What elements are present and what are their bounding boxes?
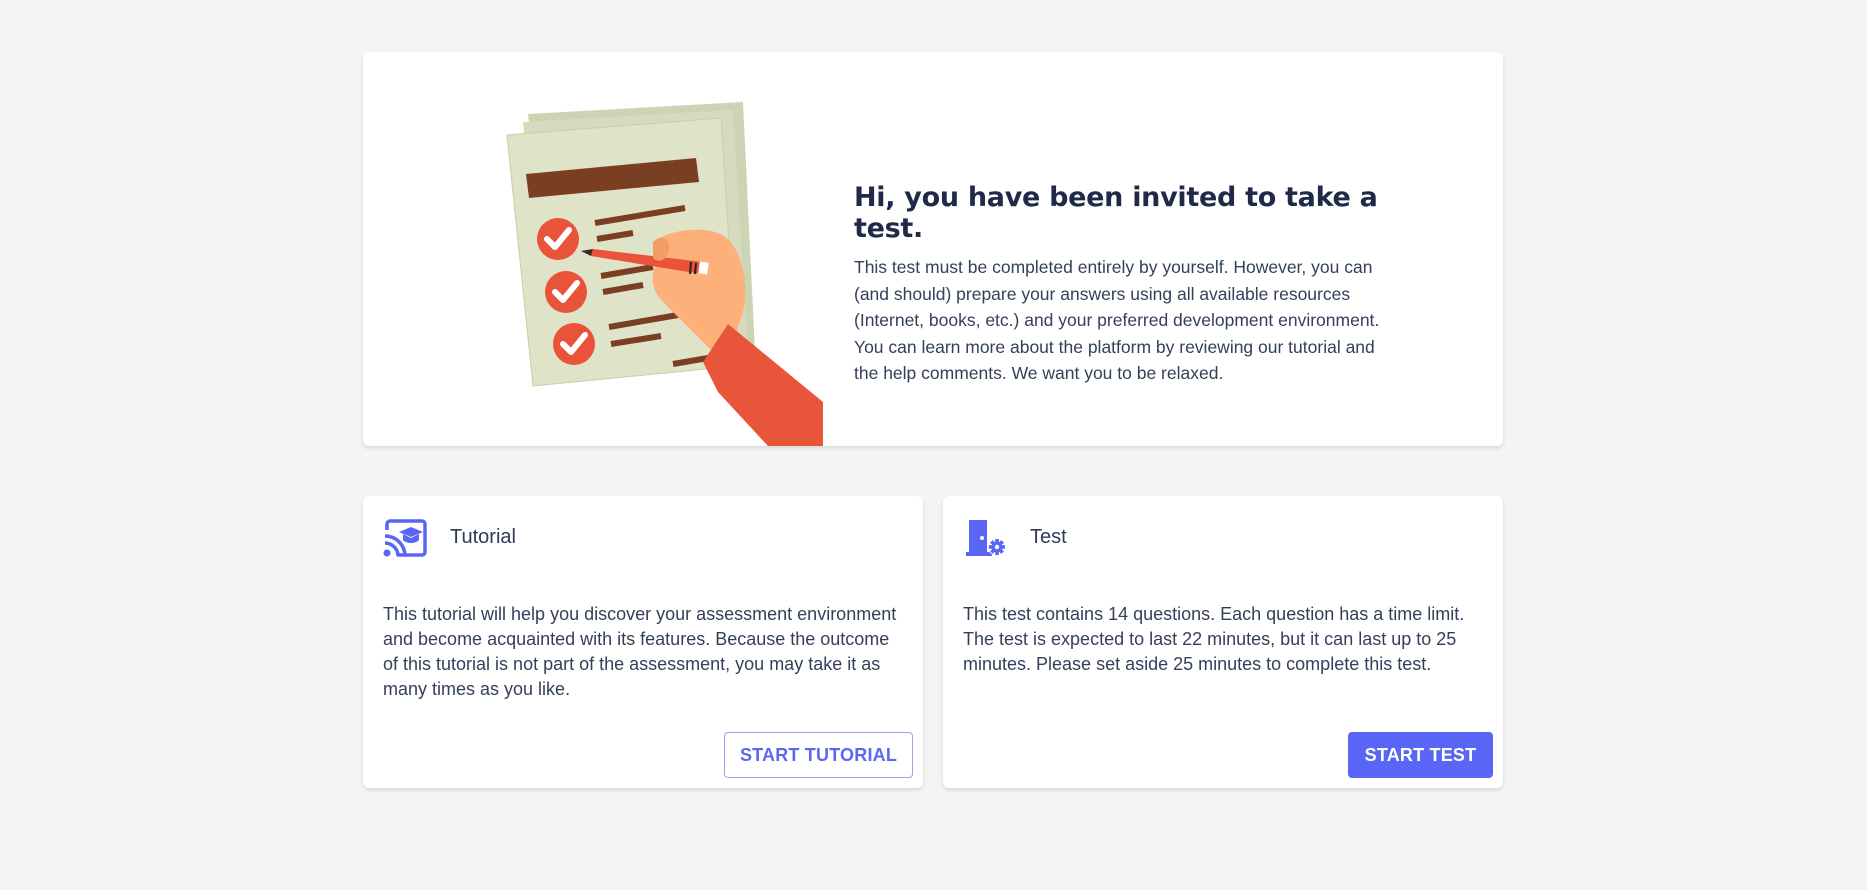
start-test-button[interactable]: START TEST <box>1348 732 1493 778</box>
test-description: This test contains 14 questions. Each qu… <box>963 604 1465 674</box>
tutorial-card: Tutorial This tutorial will help you dis… <box>363 496 923 788</box>
welcome-description: This test must be completed entirely by … <box>854 257 1380 383</box>
page-title: Hi, you have been invited to take a test… <box>854 182 1378 244</box>
cast-graduation-icon <box>383 519 427 558</box>
tutorial-title: Tutorial <box>450 526 516 548</box>
checklist-illustration <box>506 102 823 446</box>
test-title: Test <box>1030 526 1067 548</box>
test-card: Test This test contains 14 questions. Ea… <box>943 496 1503 788</box>
welcome-text: Hi, you have been invited to take a test… <box>854 182 1394 387</box>
welcome-card: Hi, you have been invited to take a test… <box>363 52 1503 446</box>
tutorial-description: This tutorial will help you discover you… <box>383 604 897 699</box>
door-gear-icon <box>966 520 1006 556</box>
start-tutorial-button[interactable]: START TUTORIAL <box>724 732 913 778</box>
